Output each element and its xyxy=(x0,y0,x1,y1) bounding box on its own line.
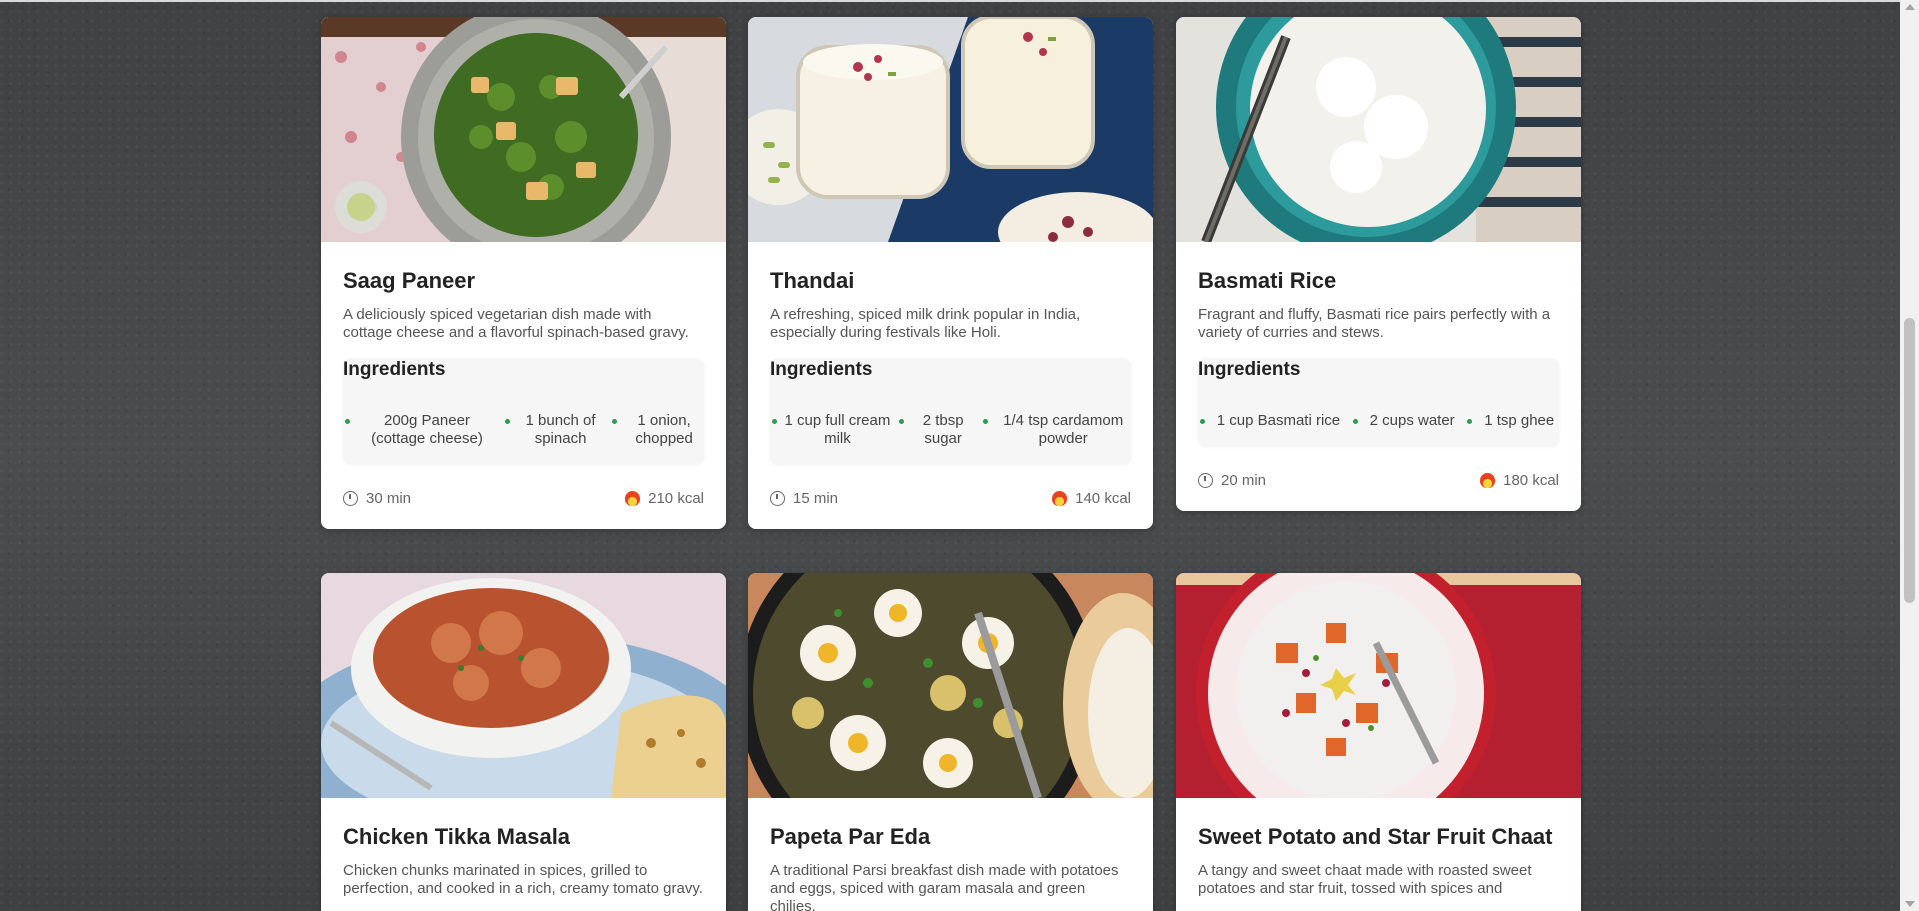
ingredients-panel: Ingredients 200g Paneer (cottage cheese)… xyxy=(343,358,704,464)
bullet-icon xyxy=(1352,419,1358,424)
vertical-scrollbar[interactable] xyxy=(1900,0,1919,911)
recipe-meta: 20 min 180 kcal xyxy=(1198,472,1559,489)
recipe-description: A deliciously spiced vegetarian dish mad… xyxy=(343,306,689,341)
ingredient-item: 1 onion, chopped xyxy=(610,412,704,448)
chicken-tikka-masala-photo xyxy=(321,573,726,798)
papeta-par-eda-photo xyxy=(748,573,1153,798)
bullet-icon xyxy=(983,419,989,424)
recipe-card-thandai[interactable]: Thandai A refreshing, spiced milk drink … xyxy=(748,17,1153,529)
calories: 180 kcal xyxy=(1480,472,1559,489)
bullet-icon xyxy=(1200,419,1205,424)
ingredients-list: 1 cup full cream milk 2 tbsp sugar 1/4 t… xyxy=(770,412,1131,448)
ingredient-item: 1/4 tsp cardamom powder xyxy=(981,412,1131,448)
ingredients-panel: Ingredients 1 cup Basmati rice 2 cups wa… xyxy=(1198,358,1559,446)
ingredients-list: 1 cup Basmati rice 2 cups water 1 tsp gh… xyxy=(1198,412,1559,430)
basmati-rice-photo xyxy=(1176,17,1581,242)
ingredients-panel: Ingredients 1 cup full cream milk 2 tbsp… xyxy=(770,358,1131,464)
recipe-description: A tangy and sweet chaat made with roaste… xyxy=(1198,862,1532,897)
recipe-description: A traditional Parsi breakfast dish made … xyxy=(770,862,1119,911)
bullet-icon xyxy=(1467,419,1473,424)
recipe-title: Thandai xyxy=(770,268,855,293)
recipe-description: A refreshing, spiced milk drink popular … xyxy=(770,306,1081,341)
bullet-icon xyxy=(612,419,618,424)
recipe-card-chicken-tikka-masala[interactable]: Chicken Tikka Masala Chicken chunks mari… xyxy=(321,573,726,911)
saag-paneer-photo xyxy=(321,17,726,242)
fire-icon xyxy=(1480,473,1496,488)
bullet-icon xyxy=(345,419,350,424)
scroll-up-icon[interactable] xyxy=(1905,4,1915,10)
recipe-description: Chicken chunks marinated in spices, gril… xyxy=(343,862,703,897)
scrollbar-thumb[interactable] xyxy=(1904,318,1915,603)
ingredient-item: 1 bunch of spinach xyxy=(503,412,604,448)
ingredient-item: 1 tsp ghee xyxy=(1465,412,1559,430)
recipe-meta: 30 min 210 kcal xyxy=(343,490,704,507)
ingredient-item: 200g Paneer (cottage cheese) xyxy=(343,412,497,448)
recipe-grid[interactable]: Saag Paneer A deliciously spiced vegetar… xyxy=(0,0,1900,911)
fire-icon xyxy=(1052,491,1068,506)
ingredients-list: 200g Paneer (cottage cheese) 1 bunch of … xyxy=(343,412,704,448)
ingredients-heading: Ingredients xyxy=(1198,359,1301,380)
fire-icon xyxy=(625,491,641,506)
sweet-potato-chaat-photo xyxy=(1176,573,1581,798)
recipe-card-papeta-par-eda[interactable]: Papeta Par Eda A traditional Parsi break… xyxy=(748,573,1153,911)
recipe-title: Papeta Par Eda xyxy=(770,824,931,849)
bullet-icon xyxy=(898,419,904,424)
cook-time: 30 min xyxy=(343,490,411,507)
cook-time: 15 min xyxy=(770,490,838,507)
recipe-title: Chicken Tikka Masala xyxy=(343,824,571,849)
recipe-description: Fragrant and fluffy, Basmati rice pairs … xyxy=(1198,306,1551,341)
ingredients-heading: Ingredients xyxy=(343,359,446,380)
ingredient-item: 1 cup Basmati rice xyxy=(1198,412,1345,430)
clock-icon xyxy=(343,491,358,506)
clock-icon xyxy=(770,491,785,506)
ingredient-item: 2 cups water xyxy=(1351,412,1460,430)
ingredient-item: 2 tbsp sugar xyxy=(897,412,976,448)
recipe-card-saag-paneer[interactable]: Saag Paneer A deliciously spiced vegetar… xyxy=(321,17,726,529)
bullet-icon xyxy=(772,419,777,424)
calories: 210 kcal xyxy=(625,490,704,507)
recipe-title: Saag Paneer xyxy=(343,268,476,293)
clock-icon xyxy=(1198,473,1213,488)
ingredients-heading: Ingredients xyxy=(770,359,873,380)
recipe-meta: 15 min 140 kcal xyxy=(770,490,1131,507)
ingredient-item: 1 cup full cream milk xyxy=(770,412,891,448)
recipe-title: Basmati Rice xyxy=(1198,268,1337,293)
recipe-card-basmati-rice[interactable]: Basmati Rice Fragrant and fluffy, Basmat… xyxy=(1176,17,1581,511)
scroll-down-icon[interactable] xyxy=(1905,901,1915,907)
calories: 140 kcal xyxy=(1052,490,1131,507)
thandai-photo xyxy=(748,17,1153,242)
cook-time: 20 min xyxy=(1198,472,1266,489)
bullet-icon xyxy=(504,419,510,424)
recipe-title: Sweet Potato and Star Fruit Chaat xyxy=(1198,824,1553,849)
recipe-card-sweet-potato-chaat[interactable]: Sweet Potato and Star Fruit Chaat A tang… xyxy=(1176,573,1581,911)
